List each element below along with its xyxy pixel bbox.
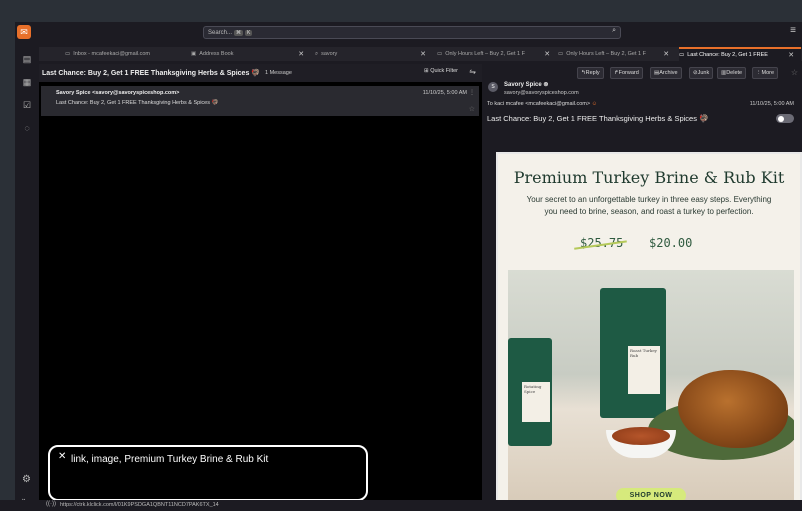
chat-space-icon[interactable]: ◌ [20, 121, 34, 135]
remote-content-toggle[interactable] [776, 114, 794, 123]
bag-label: Rotating Spice [522, 382, 550, 422]
archive-button[interactable]: ▤ Archive [650, 67, 682, 79]
close-icon[interactable]: ✕ [298, 50, 304, 58]
message-list-pane: Last Chance: Buy 2, Get 1 FREE Thanksgiv… [39, 64, 482, 511]
product-photo: Rotating Spice Roast Turkey Rub [508, 270, 794, 502]
list-options-icon[interactable]: ⇋ [469, 67, 476, 76]
recipient-line: To kaci mcafee <mcafeekaci@gmail.com> ☺ [487, 101, 597, 107]
message-count: 1 Message [265, 70, 292, 76]
close-icon[interactable]: ✕ [788, 51, 794, 59]
tab-label: savory [321, 51, 338, 57]
mail-icon: ▭ [558, 51, 564, 57]
tab-message-active[interactable]: ▭ Last Chance: Buy 2, Get 1 FREE ✕ [679, 47, 801, 61]
app-window: ✉ Search... ⌘ K ⌕ ≡ ▤ ▦ ☑ ◌ ▭ Inbox - mc… [15, 22, 802, 511]
spaces-toolbar: ▤ ▦ ☑ ◌ [15, 42, 39, 511]
star-icon[interactable]: ☆ [469, 105, 475, 113]
calendar-space-icon[interactable]: ▦ [20, 75, 34, 89]
mail-icon: ▭ [437, 51, 443, 57]
hamburger-menu-icon[interactable]: ≡ [790, 25, 796, 36]
archive-label: Archive [659, 70, 678, 76]
search-placeholder: Search... [208, 29, 233, 36]
more-label: More [761, 70, 775, 76]
mail-space-icon[interactable]: ▤ [20, 52, 34, 66]
more-icon[interactable]: ⋮ [469, 89, 475, 96]
settings-gear-icon[interactable]: ⚙ [22, 474, 31, 485]
star-icon[interactable]: ☆ [791, 68, 798, 77]
delete-button[interactable]: ▥ Delete [717, 67, 747, 79]
reading-pane: ↰ Reply ↱ Forward ▤ Archive ⊘ Junk ▥ Del… [482, 64, 802, 511]
list-header: Last Chance: Buy 2, Get 1 FREE Thanksgiv… [39, 64, 482, 82]
junk-label: Junk [697, 70, 710, 76]
tab-message-2[interactable]: ▭ Only Hours Left – Buy 2, Get 1 F ✕ [558, 47, 674, 61]
app-logo-icon[interactable]: ✉ [17, 25, 31, 39]
list-item[interactable]: Savory Spice <savory@savoryspiceshop.com… [41, 86, 479, 116]
promo-title: Premium Turkey Brine & Rub Kit [513, 168, 785, 187]
titlebar: ✉ Search... ⌘ K ⌕ ≡ [15, 22, 802, 42]
close-icon[interactable]: ✕ [544, 50, 550, 58]
forward-button[interactable]: ↱ Forward [610, 67, 643, 79]
email-content-image-link[interactable]: Premium Turkey Brine & Rub Kit Your secr… [496, 152, 802, 511]
accessibility-tooltip: ✕ link, image, Premium Turkey Brine & Ru… [48, 445, 368, 501]
tasks-space-icon[interactable]: ☑ [20, 98, 34, 112]
close-icon[interactable]: ✕ [663, 50, 669, 58]
shortcut-key-cmd: ⌘ [234, 29, 244, 36]
promo-description: Your secret to an unforgettable turkey i… [526, 195, 772, 216]
more-button[interactable]: ⋮ More [752, 67, 779, 79]
message-date: 11/10/25, 5:00 AM [749, 101, 794, 107]
spice-bag-right: Roast Turkey Rub [600, 288, 666, 418]
tab-label: Last Chance: Buy 2, Get 1 FREE [687, 52, 768, 58]
tab-label: Only Hours Left – Buy 2, Get 1 F [445, 51, 525, 57]
close-icon[interactable]: ✕ [420, 50, 426, 58]
tab-label: Inbox - mcafeekaci@gmail.com [73, 51, 151, 57]
message-subject: Last Chance: Buy 2, Get 1 FREE Thanksgiv… [56, 100, 219, 106]
sender-email: savory@savoryspiceshop.com [504, 90, 579, 96]
new-price: $20.00 [649, 236, 693, 250]
contacts-icon: ▣ [191, 51, 197, 57]
message-subject: Last Chance: Buy 2, Get 1 FREE Thanksgiv… [487, 114, 709, 123]
shortcut-key-k: K [245, 29, 253, 36]
tab-inbox[interactable]: ▭ Inbox - mcafeekaci@gmail.com [65, 47, 175, 61]
verified-icon: ⊚ [543, 82, 549, 88]
delete-label: Delete [726, 70, 743, 76]
search-icon: ⌕ [315, 50, 319, 57]
tooltip-text: link, image, Premium Turkey Brine & Rub … [71, 454, 269, 465]
reply-label: Reply [585, 70, 600, 76]
search-icon[interactable]: ⌕ [612, 27, 616, 35]
mail-icon: ▭ [65, 51, 71, 57]
connection-icon: ((·)) [46, 501, 56, 507]
tab-address-book[interactable]: ▣ Address Book ✕ [191, 47, 309, 61]
tab-search-savory[interactable]: ⌕ savory ✕ [315, 47, 433, 61]
message-actions: ↰ Reply ↱ Forward ▤ Archive ⊘ Junk ▥ Del… [482, 67, 802, 79]
link-url: https://ctrk.klclick.com/l/01K9PSDGA1QBN… [60, 502, 219, 508]
spice-bag-left: Rotating Spice [508, 338, 552, 446]
spice-rub [612, 427, 670, 445]
contact-icon: ☺ [591, 101, 598, 107]
forward-label: Forward [618, 70, 639, 76]
message-sender: Savory Spice <savory@savoryspiceshop.com… [56, 90, 180, 96]
junk-button[interactable]: ⊘ Junk [689, 67, 714, 79]
sender-name-text: Savory Spice [504, 82, 542, 88]
quick-filter-button[interactable]: ⊞ Quick Filter [424, 68, 458, 74]
old-price: $25.75 [580, 236, 624, 250]
sender-name[interactable]: Savory Spice ⊚ [504, 81, 548, 88]
recipient-text: To kaci mcafee <mcafeekaci@gmail.com> [487, 101, 591, 107]
quick-filter-label: Quick Filter [430, 68, 458, 74]
reply-button[interactable]: ↰ Reply [577, 67, 604, 79]
tab-message-1[interactable]: ▭ Only Hours Left – Buy 2, Get 1 F ✕ [437, 47, 553, 61]
thread-title: Last Chance: Buy 2, Get 1 FREE Thanksgiv… [42, 70, 260, 77]
avatar: S [488, 82, 498, 92]
message-date: 11/10/25, 5:00 AM [422, 90, 467, 96]
status-bar: ((·)) https://ctrk.klclick.com/l/01K9PSD… [0, 500, 802, 511]
mail-icon: ▭ [679, 52, 685, 58]
search-input[interactable]: Search... ⌘ K ⌕ [203, 26, 621, 39]
tab-label: Only Hours Left – Buy 2, Get 1 F [566, 51, 646, 57]
bag-label: Roast Turkey Rub [628, 346, 660, 394]
tab-label: Address Book [199, 51, 234, 57]
tab-bar: ▭ Inbox - mcafeekaci@gmail.com ▣ Address… [39, 47, 802, 61]
close-icon[interactable]: ✕ [58, 451, 66, 462]
